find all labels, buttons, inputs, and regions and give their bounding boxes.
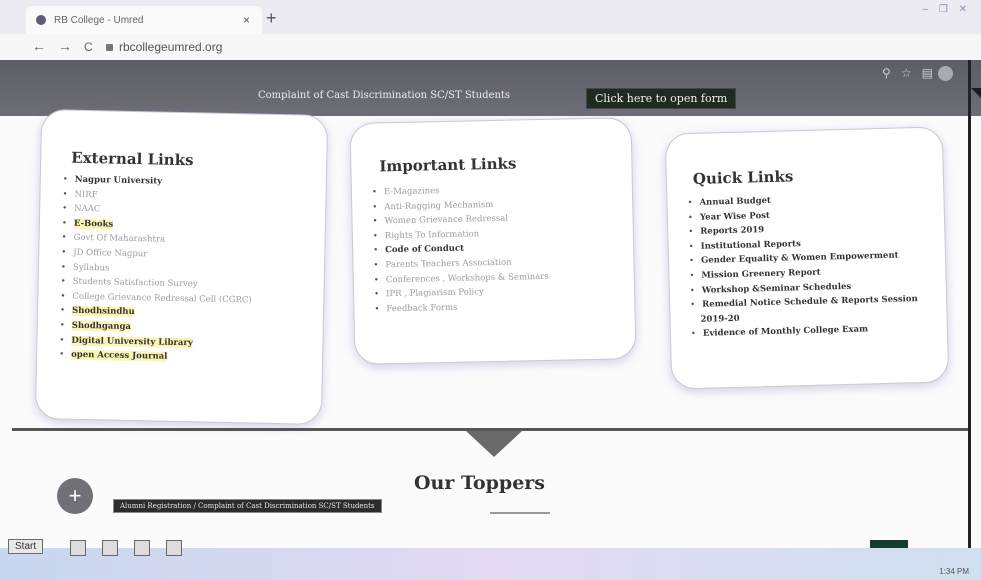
window-controls[interactable]: – ❐ ✕	[923, 4, 971, 15]
favicon-icon	[36, 15, 46, 25]
link-label: Shodhganga	[71, 320, 132, 332]
card-title: Quick Links	[692, 167, 794, 188]
link-label: JD Office Nagpur	[73, 247, 148, 260]
link-label: Parents Teachers Association	[385, 257, 512, 271]
add-fab-button[interactable]: +	[57, 478, 93, 514]
link-label: NAAC	[74, 203, 101, 215]
heading-underline	[490, 512, 550, 514]
link-label: NIRF	[74, 189, 98, 200]
taskbar-app-icon[interactable]	[70, 540, 86, 556]
lock-icon	[106, 44, 113, 51]
important-links-card: Important Links E-MagazinesAnti-Ragging …	[349, 117, 637, 365]
link-label: Digital University Library	[71, 335, 193, 348]
browser-tab-bar: RB College - Umred × + – ❐ ✕	[0, 0, 981, 34]
link-label: Evidence of Monthly College Exam	[702, 324, 869, 340]
back-button[interactable]: ←	[32, 38, 46, 54]
link-label: E-Books	[73, 218, 114, 230]
strip-corner-decoration	[971, 88, 981, 98]
link-label: Code of Conduct	[385, 243, 465, 256]
link-label: Women Grievance Redressal	[384, 213, 509, 227]
new-tab-button[interactable]: +	[266, 8, 277, 29]
notice-text: Complaint of Cast Discrimination SC/ST S…	[258, 90, 511, 101]
tab-close-icon[interactable]: ×	[243, 13, 250, 27]
link-label: Remedial Notice Schedule & Reports Sessi…	[702, 294, 918, 310]
external-links-list: Nagpur University NIRF NAAC E-Books Govt Of …	[59, 172, 254, 366]
toppers-heading: Our Toppers	[414, 472, 545, 494]
link-item[interactable]: Feedback Forms	[374, 299, 549, 317]
link-label: Syllabus	[72, 262, 110, 274]
taskbar-app-icon[interactable]	[134, 540, 150, 556]
browser-nav-bar: ← → C rbcollegeumred.org	[0, 34, 981, 61]
link-label: Govt Of Maharashtra	[73, 233, 166, 246]
link-label: Students Satisfaction Survey	[72, 276, 198, 290]
fab-tooltip: Alumni Registration / Complaint of Cast …	[113, 499, 382, 513]
important-links-list: E-MagazinesAnti-Ragging MechanismWomen G…	[372, 182, 550, 317]
divider-arrow	[466, 431, 522, 457]
link-label: Year Wise Post	[699, 210, 771, 223]
card-title: Important Links	[379, 154, 517, 176]
link-label: Shodhsindhu	[71, 306, 135, 318]
link-label: Nagpur University	[74, 174, 163, 187]
quick-links-card: Quick Links Annual Budget Year Wise Post R…	[664, 126, 950, 390]
tray-clock: 1:34 PM	[939, 567, 969, 576]
open-form-button[interactable]: Click here to open form	[586, 88, 737, 109]
forward-button[interactable]: →	[58, 38, 72, 54]
external-links-card: External Links Nagpur University NIRF NAAC…	[34, 109, 329, 425]
link-label: College Grievance Redressal Cell (CGRC)	[72, 291, 252, 306]
link-label: Workshop &Seminar Schedules	[701, 281, 852, 296]
link-label: 2019-20	[700, 313, 740, 325]
link-label: open Access Journal	[71, 349, 168, 362]
link-label: Anti-Ragging Mechanism	[384, 199, 494, 212]
start-button[interactable]: Start	[8, 539, 44, 554]
reload-button[interactable]: C	[84, 40, 93, 54]
tab-title: RB College - Umred	[54, 14, 144, 26]
link-label: Feedback Forms	[386, 302, 458, 314]
profile-avatar[interactable]	[938, 66, 953, 81]
scrollbar[interactable]	[968, 60, 971, 570]
link-label: Gender Equality & Women Empowerment	[700, 250, 899, 267]
link-item[interactable]: open Access Journal	[59, 348, 251, 367]
browser-tab[interactable]: RB College - Umred ×	[26, 6, 262, 34]
link-label: Annual Budget	[699, 195, 772, 208]
address-bar[interactable]: rbcollegeumred.org	[106, 40, 222, 54]
url-text: rbcollegeumred.org	[119, 40, 223, 54]
taskbar-app-icon[interactable]	[102, 540, 118, 556]
taskbar-app-icon[interactable]	[166, 540, 182, 556]
link-label: Rights To Information	[384, 229, 480, 242]
quick-links-list: Annual Budget Year Wise Post Reports 2019I…	[687, 190, 918, 342]
card-title: External Links	[71, 148, 194, 170]
link-label: Reports 2019	[700, 225, 765, 237]
link-label: Institutional Reports	[700, 238, 801, 252]
link-label: IPR , Plagiarism Policy	[386, 287, 484, 300]
notice-strip: ⚲☆▤✦	[0, 60, 981, 116]
link-label: E-Magazines	[383, 186, 440, 198]
link-label: Mission Greenery Report	[701, 267, 821, 281]
link-label: Conferences , Workshops & Seminars	[385, 271, 549, 285]
